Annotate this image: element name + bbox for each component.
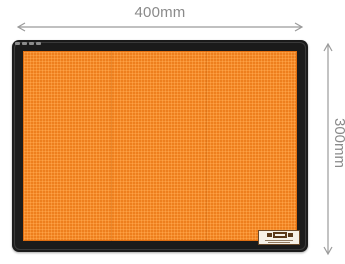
manufacturer-label-line: [265, 240, 293, 241]
orange-hazard-plate: [12, 40, 308, 252]
manufacturer-label: [258, 230, 300, 245]
manufacturer-logo-icon: [267, 232, 293, 238]
frame-corner-marks: [15, 42, 41, 46]
reflective-orange-face: [23, 51, 300, 245]
double-headed-horizontal-arrow-icon: [16, 22, 304, 32]
width-dimension: 400mm: [16, 0, 304, 34]
manufacturer-label-line: [268, 242, 290, 243]
face-seam: [111, 51, 112, 241]
height-dimension: 300mm: [318, 42, 345, 264]
height-dimension-label: 300mm: [331, 118, 345, 169]
width-dimension-label: 400mm: [134, 4, 186, 21]
face-seam: [206, 51, 207, 241]
